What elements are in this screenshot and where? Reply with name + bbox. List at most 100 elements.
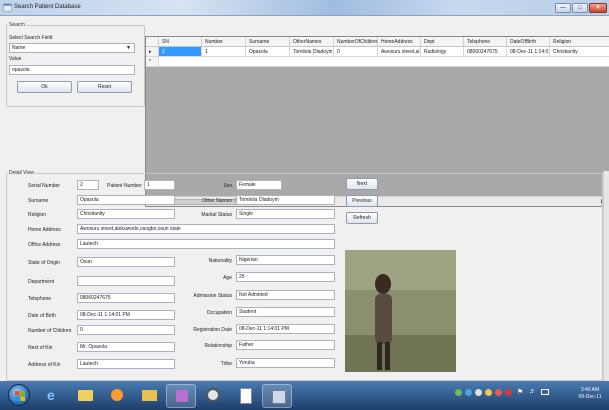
other-names-field[interactable]: Tomilola Oladoym [236, 195, 335, 205]
tribe-field[interactable]: Yoruba [236, 358, 335, 368]
detail-view-group-label: Detail View [8, 170, 35, 176]
table-cell[interactable]: 08-Dec-11 1:14:0... [507, 47, 550, 57]
patient-photo [345, 250, 456, 372]
office-address-field[interactable]: Lautech [77, 239, 335, 249]
row-indicator[interactable]: ▸ [146, 47, 159, 57]
state-of-origin-field[interactable]: Osun [77, 257, 175, 267]
taskbar-app-icon[interactable] [262, 384, 292, 408]
relationship-field[interactable]: Father [236, 340, 335, 350]
table-cell[interactable]: Radiology [421, 47, 464, 57]
search-value-input[interactable]: opasola [9, 65, 135, 75]
admission-status-field[interactable]: Not Admitted [236, 290, 335, 300]
system-tray: ⚑ ♬ [455, 388, 555, 401]
tray-volume-icon[interactable]: ♬ [529, 388, 536, 395]
column-header[interactable]: Telephone [464, 37, 507, 47]
age-field[interactable]: 25 [236, 272, 335, 282]
column-header[interactable]: Religion [550, 37, 609, 47]
taskbar: e ⚑ ♬ 3:40 AM 09-Dec-11 [0, 381, 609, 410]
column-header[interactable]: Dept [421, 37, 464, 47]
column-header[interactable]: OtherNames [290, 37, 334, 47]
patient-number-field[interactable]: 1 [144, 180, 175, 190]
address-of-kin-field[interactable]: Lautech [77, 359, 175, 369]
table-cell[interactable]: 1 [202, 47, 246, 57]
office-address-label: Office Address [28, 242, 61, 248]
registration-date-label: Registration Date [193, 327, 232, 333]
reset-button[interactable]: Reset [77, 81, 132, 93]
tray-battery-icon[interactable] [541, 389, 549, 395]
table-cell[interactable]: Tomilola Oladoyin [290, 47, 334, 57]
tray-network-icon[interactable] [455, 389, 462, 396]
column-header[interactable]: Number [202, 37, 246, 47]
surname-field[interactable]: Opasola [77, 195, 175, 205]
table-cell[interactable]: 08060247675 [464, 47, 507, 57]
maximize-button[interactable]: □ [572, 3, 588, 13]
previous-button[interactable]: Previous [346, 195, 378, 207]
taskbar-media-player-icon[interactable] [102, 384, 132, 408]
window-title: Search Patient Database [14, 4, 81, 10]
nationality-field[interactable]: Nigerian [236, 255, 335, 265]
table-cell[interactable]: 2 [159, 47, 202, 57]
ok-button[interactable]: Ok [17, 81, 72, 93]
select-search-field-label: Select Search Field [9, 35, 53, 41]
taskbar-explorer-icon[interactable] [70, 384, 100, 408]
tray-sync-icon[interactable] [465, 389, 472, 396]
new-row-indicator[interactable]: * [146, 57, 159, 67]
occupation-field[interactable]: Student [236, 307, 335, 317]
relationship-label: Relationship [204, 343, 232, 349]
search-field-dropdown[interactable]: Name ▼ [9, 43, 135, 53]
date-of-birth-field[interactable]: 08-Dec-11 1:14:01 PM [77, 310, 175, 320]
tray-app-icon[interactable] [505, 389, 512, 396]
search-group-label: Search [8, 22, 26, 28]
column-header[interactable]: Surname [246, 37, 290, 47]
clock[interactable]: 3:40 AM 09-Dec-11 [572, 387, 608, 401]
table-cell[interactable]: Awosuru street,al... [378, 47, 421, 57]
sex-field[interactable]: Female [236, 180, 282, 190]
column-header[interactable]: HomeAddress [378, 37, 421, 47]
title-bar[interactable]: Search Patient Database — □ ✕ [0, 0, 609, 16]
tray-flag-icon[interactable]: ⚑ [517, 388, 523, 396]
sex-label: Sex [223, 183, 232, 189]
serial-number-field[interactable]: 2 [77, 180, 99, 190]
chevron-down-icon: ▼ [126, 45, 131, 51]
telephone-label: Telephone [28, 296, 52, 302]
telephone-field[interactable]: 08060247675 [77, 293, 175, 303]
column-header[interactable]: NumberOfChildren [334, 37, 378, 47]
tray-alert-icon[interactable] [495, 389, 502, 396]
next-of-kin-field[interactable]: Mr. Opasola [77, 342, 175, 352]
tray-shield-icon[interactable] [475, 389, 482, 396]
column-header[interactable]: SN [159, 37, 202, 47]
start-button[interactable] [8, 384, 30, 406]
next-of-kin-label: Next of Kin [28, 345, 53, 351]
patient-number-label: Patient Number [107, 183, 142, 189]
table-cell[interactable]: 0 [334, 47, 378, 57]
religion-field[interactable]: Christianity [77, 209, 175, 219]
new-row[interactable] [159, 57, 609, 67]
taskbar-notepad-icon[interactable] [230, 384, 260, 408]
taskbar-disc-icon[interactable] [198, 384, 228, 408]
next-button[interactable]: Next [346, 178, 378, 190]
taskbar-ie-icon[interactable]: e [38, 384, 68, 408]
surname-label: Surname [28, 198, 49, 204]
occupation-label: Occupation [206, 310, 232, 316]
taskbar-folder-icon[interactable] [134, 384, 164, 408]
vertical-scrollbar[interactable] [603, 171, 609, 381]
minimize-button[interactable]: — [555, 3, 571, 13]
tray-status-icon[interactable] [485, 389, 492, 396]
marital-status-label: Marital Status [201, 212, 232, 218]
home-address-field[interactable]: Awosuru street,alekuwodo,osogbo,osun sta… [77, 224, 335, 234]
close-button[interactable]: ✕ [589, 3, 607, 13]
other-names-label: Other Names [202, 198, 232, 204]
address-of-kin-label: Address of Kin [28, 362, 61, 368]
table-cell[interactable]: Christianity [550, 47, 609, 57]
refresh-button[interactable]: Refresh [346, 212, 378, 224]
value-label: Value [9, 56, 22, 62]
registration-date-field[interactable]: 08-Dec-11 1:14:01 PM [236, 324, 335, 334]
taskbar-visual-studio-icon[interactable] [166, 384, 196, 408]
serial-number-label: Serial Number [28, 183, 60, 189]
department-field[interactable] [77, 276, 175, 286]
number-of-children-field[interactable]: 0 [77, 325, 175, 335]
column-header[interactable]: DateOfBirth [507, 37, 550, 47]
marital-status-field[interactable]: Single [236, 209, 335, 219]
app-icon [3, 3, 12, 12]
table-cell[interactable]: Opasola [246, 47, 290, 57]
